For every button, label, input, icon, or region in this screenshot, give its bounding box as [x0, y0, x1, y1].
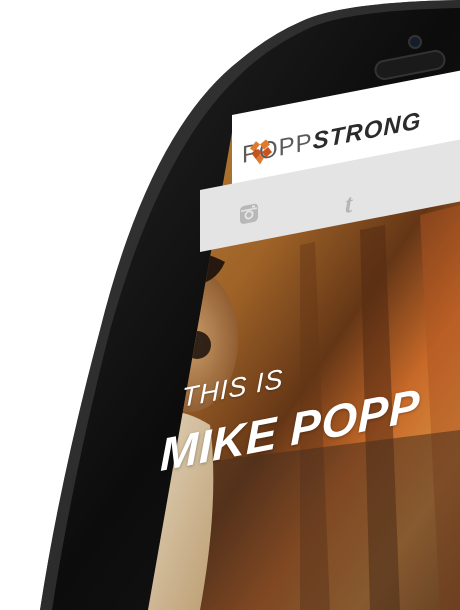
- logo-mark-icon: [250, 139, 272, 165]
- tumblr-icon: t: [345, 188, 353, 219]
- hero-line-1: THIS IS: [182, 363, 284, 413]
- instagram-icon: [240, 203, 258, 224]
- screen-ui-layer: POPP STRONG t THIS IS MIKE POPP: [0, 0, 460, 610]
- tumblr-link[interactable]: t: [345, 189, 352, 220]
- phone-mockup: POPP STRONG t THIS IS MIKE POPP: [0, 0, 460, 610]
